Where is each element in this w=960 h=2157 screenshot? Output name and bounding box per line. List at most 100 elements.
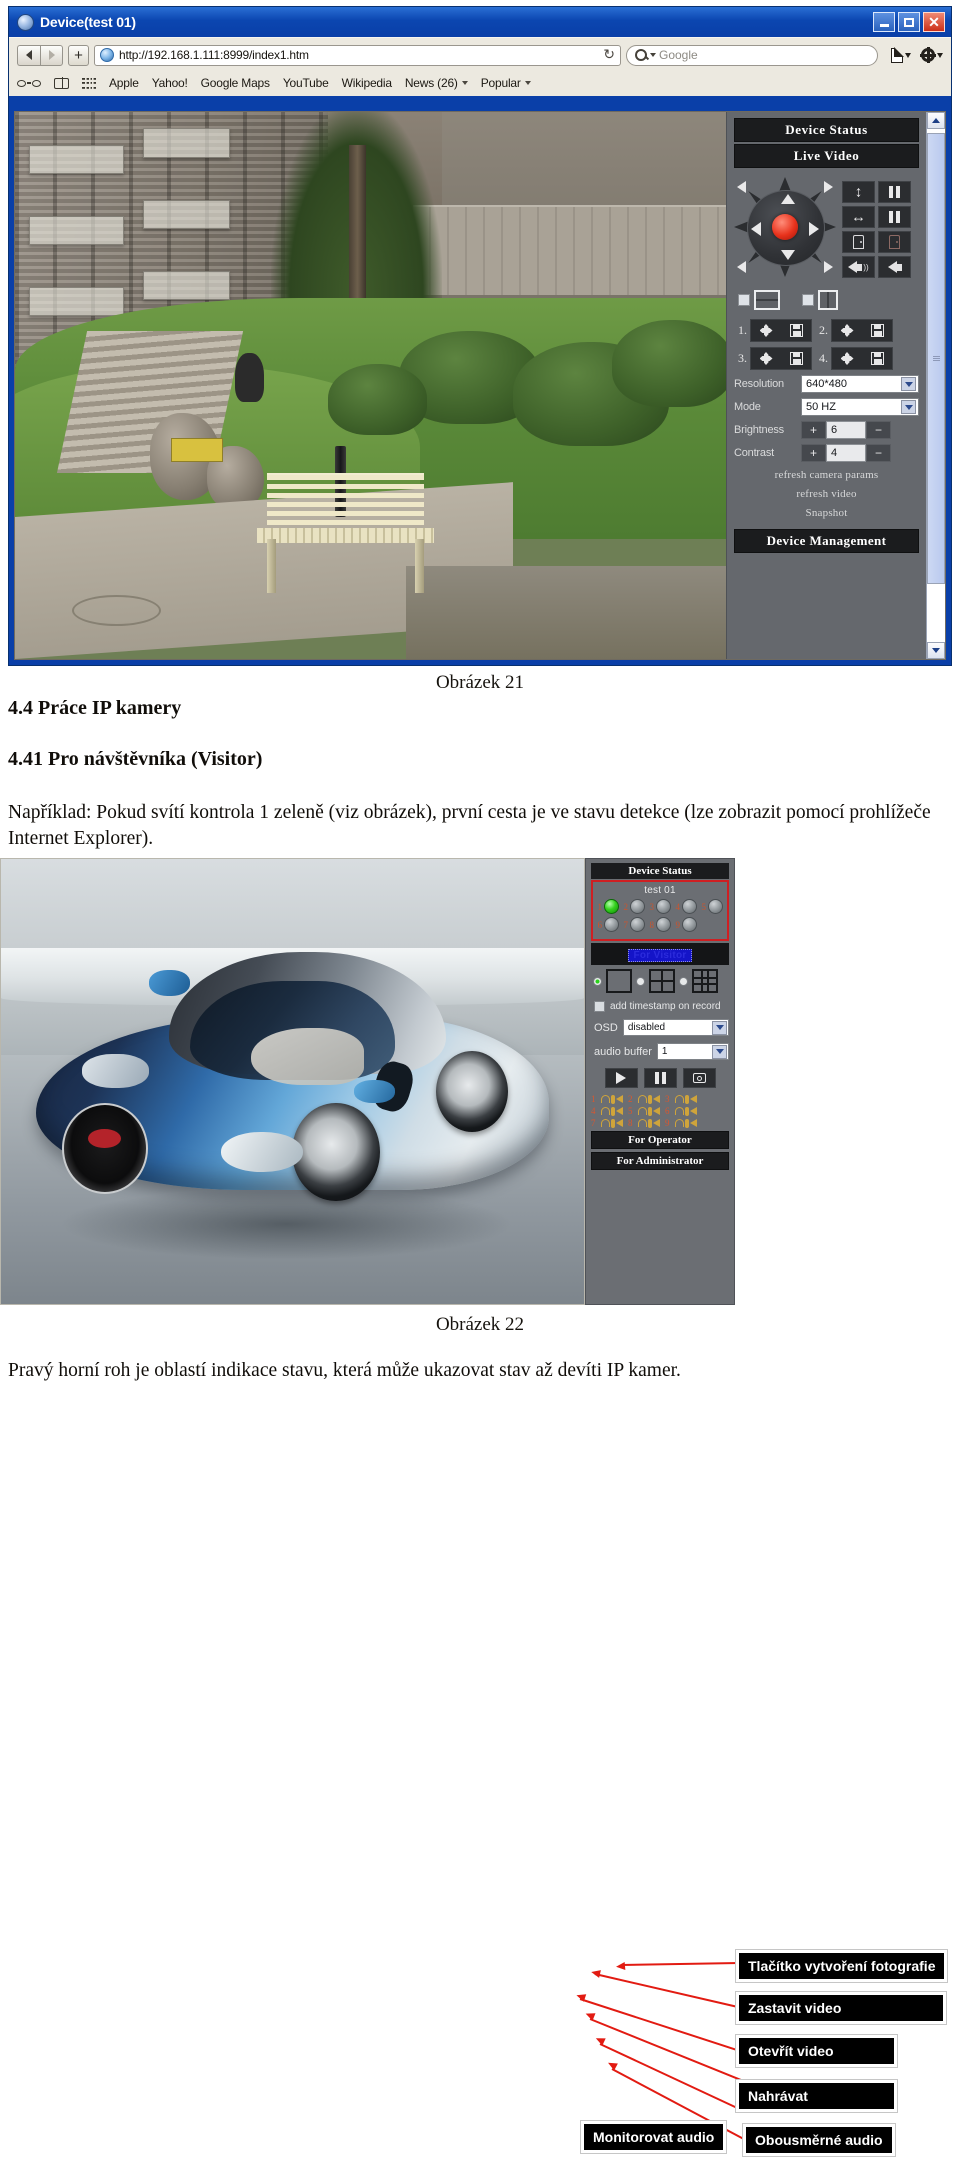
io-on-button[interactable] <box>842 231 875 253</box>
page-chevron-down-icon[interactable] <box>905 52 911 58</box>
bookmark-popular[interactable]: Popular <box>481 76 531 90</box>
device-status-header[interactable]: Device Status <box>591 863 729 879</box>
gear-icon[interactable] <box>920 47 936 63</box>
resolution-select[interactable]: 640*480 <box>801 375 919 393</box>
record-icon[interactable] <box>638 1094 647 1103</box>
address-bar[interactable]: http://192.168.1.111:8999/index1.htm ↻ <box>94 44 621 66</box>
for-administrator-button[interactable]: For Administrator <box>591 1152 729 1170</box>
bookmark-wikipedia[interactable]: Wikipedia <box>342 76 392 90</box>
brightness-decrease-button[interactable]: − <box>866 421 891 439</box>
microphone-icon[interactable] <box>648 1118 652 1128</box>
gear-chevron-down-icon[interactable] <box>937 52 943 58</box>
for-operator-button[interactable]: For Operator <box>591 1131 729 1149</box>
record-icon[interactable] <box>675 1106 684 1115</box>
crosshair-icon[interactable] <box>760 324 773 337</box>
ptz-center-button[interactable] <box>771 214 799 240</box>
chevron-down-icon[interactable] <box>712 1044 727 1059</box>
channel-controls[interactable] <box>638 1118 660 1128</box>
device-status-header[interactable]: Device Status <box>734 118 919 142</box>
timestamp-option[interactable]: add timestamp on record <box>591 1001 729 1012</box>
status-led-4[interactable] <box>682 899 697 914</box>
maximize-button[interactable] <box>898 12 920 32</box>
channel-controls[interactable] <box>601 1118 623 1128</box>
floppy-save-icon[interactable] <box>870 324 884 337</box>
microphone-icon[interactable] <box>648 1106 652 1116</box>
microphone-icon[interactable] <box>611 1106 615 1116</box>
floppy-save-icon[interactable] <box>789 324 803 337</box>
status-led-5[interactable] <box>708 899 723 914</box>
preset-4-goto-save[interactable] <box>831 347 893 370</box>
microphone-icon[interactable] <box>685 1118 689 1128</box>
alarm-on-button[interactable]: )) <box>842 256 875 278</box>
record-icon[interactable] <box>638 1118 647 1127</box>
pan-downright-arrow-icon[interactable] <box>823 261 833 273</box>
speaker-icon[interactable] <box>653 1118 660 1127</box>
contrast-increase-button[interactable]: + <box>801 444 826 462</box>
add-tab-button[interactable]: + <box>68 44 89 66</box>
microphone-icon[interactable] <box>611 1094 615 1104</box>
chevron-down-icon[interactable] <box>901 377 916 391</box>
record-icon[interactable] <box>675 1118 684 1127</box>
speaker-icon[interactable] <box>690 1106 697 1115</box>
microphone-icon[interactable] <box>685 1094 689 1104</box>
snapshot-link[interactable]: Snapshot <box>734 507 919 519</box>
channel-controls[interactable] <box>675 1106 697 1116</box>
layout-3x3-radio[interactable] <box>679 976 688 986</box>
microphone-icon[interactable] <box>648 1094 652 1104</box>
crosshair-icon[interactable] <box>760 352 773 365</box>
device-management-button[interactable]: Device Management <box>734 529 919 553</box>
osd-select[interactable]: disabled <box>622 1019 729 1036</box>
play-video-button[interactable] <box>604 1068 638 1088</box>
speaker-icon[interactable] <box>616 1094 623 1103</box>
record-icon[interactable] <box>601 1118 610 1127</box>
channel-controls[interactable] <box>638 1106 660 1116</box>
contrast-value[interactable]: 4 <box>826 444 866 462</box>
ptz-joystick[interactable] <box>734 177 836 277</box>
speaker-icon[interactable] <box>616 1106 623 1115</box>
pan-upleft-arrow-icon[interactable] <box>737 181 747 193</box>
layout-2x2-icon[interactable] <box>649 969 675 993</box>
page-icon[interactable] <box>891 47 904 63</box>
crosshair-icon[interactable] <box>841 352 854 365</box>
vertical-scrollbar[interactable] <box>926 112 945 659</box>
chevron-down-icon[interactable] <box>712 1020 727 1035</box>
bookmarks-book-icon[interactable] <box>54 77 69 89</box>
for-visitor-header[interactable]: For Visitor <box>591 943 729 965</box>
pan-downleft-arrow-icon[interactable] <box>737 261 747 273</box>
alarm-off-button[interactable] <box>878 256 911 278</box>
layout-1x1-radio[interactable] <box>593 976 602 986</box>
vertical-flip-toggle[interactable] <box>802 290 838 310</box>
bookmark-google-maps[interactable]: Google Maps <box>201 76 270 90</box>
record-icon[interactable] <box>638 1106 647 1115</box>
microphone-icon[interactable] <box>611 1118 615 1128</box>
pan-down-arrow-icon[interactable] <box>780 250 795 260</box>
refresh-video-link[interactable]: refresh video <box>734 488 919 500</box>
chevron-down-icon[interactable] <box>901 400 916 414</box>
speaker-icon[interactable] <box>690 1118 697 1127</box>
bookmark-yahoo[interactable]: Yahoo! <box>152 76 188 90</box>
status-led-8[interactable] <box>656 917 671 932</box>
search-input[interactable]: Google <box>626 44 878 66</box>
channel-controls[interactable] <box>601 1094 623 1104</box>
scrollbar-thumb[interactable] <box>927 133 945 585</box>
live-video-car-view[interactable] <box>0 858 585 1305</box>
speaker-icon[interactable] <box>653 1106 660 1115</box>
scroll-up-button[interactable] <box>927 112 945 129</box>
status-led-1[interactable] <box>604 899 619 914</box>
reload-icon[interactable]: ↻ <box>603 47 615 64</box>
bookmark-youtube[interactable]: YouTube <box>283 76 329 90</box>
back-button[interactable] <box>17 44 40 66</box>
layout-2x2-radio[interactable] <box>636 976 645 986</box>
record-icon[interactable] <box>601 1106 610 1115</box>
floppy-save-icon[interactable] <box>870 352 884 365</box>
close-button[interactable]: ✕ <box>923 12 945 32</box>
status-led-2[interactable] <box>630 899 645 914</box>
speaker-icon[interactable] <box>653 1094 660 1103</box>
refresh-camera-params-link[interactable]: refresh camera params <box>734 469 919 481</box>
io-off-button[interactable] <box>878 231 911 253</box>
stop-video-button[interactable] <box>643 1068 677 1088</box>
channel-controls[interactable] <box>675 1118 697 1128</box>
checkbox[interactable] <box>594 1001 605 1012</box>
scrollbar-track[interactable] <box>927 129 945 642</box>
pause-horizontal-button[interactable] <box>878 206 911 228</box>
